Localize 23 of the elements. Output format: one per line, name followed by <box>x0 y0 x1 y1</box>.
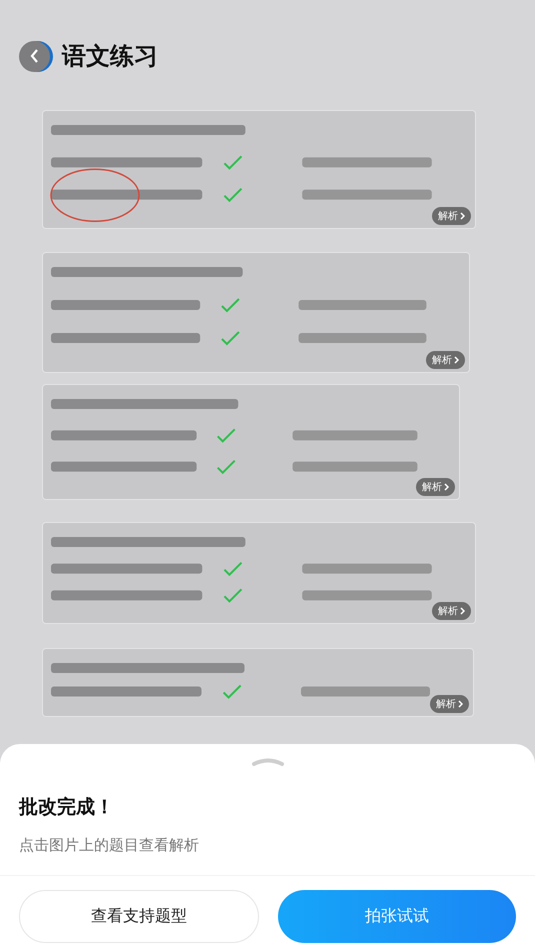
analysis-button[interactable]: 解析 <box>432 602 471 620</box>
back-icon <box>30 49 40 63</box>
analysis-button[interactable]: 解析 <box>416 478 455 496</box>
question-card[interactable]: 解析 <box>42 522 476 624</box>
take-photo-button[interactable]: 拍张试试 <box>278 890 516 943</box>
analysis-button[interactable]: 解析 <box>432 207 471 225</box>
analysis-button[interactable]: 解析 <box>426 351 465 369</box>
analysis-button[interactable]: 解析 <box>430 695 469 713</box>
back-button[interactable] <box>19 40 50 72</box>
chevron-icon <box>454 356 459 364</box>
supported-types-button[interactable]: 查看支持题型 <box>19 890 259 943</box>
page-title: 语文练习 <box>62 41 158 72</box>
chevron-icon <box>444 483 449 491</box>
chevron-icon <box>458 700 463 708</box>
question-card[interactable]: 解析 <box>42 384 460 500</box>
sheet-hint: 点击图片上的题目查看解析 <box>19 836 200 855</box>
collapse-handle[interactable] <box>252 758 284 766</box>
chevron-icon <box>460 607 465 615</box>
sheet-title: 批改完成！ <box>19 795 115 820</box>
question-card[interactable]: 解析 <box>42 252 470 373</box>
question-card[interactable]: 解析 <box>42 648 474 717</box>
question-card[interactable]: 解析 <box>42 110 476 229</box>
chevron-icon <box>460 212 465 220</box>
